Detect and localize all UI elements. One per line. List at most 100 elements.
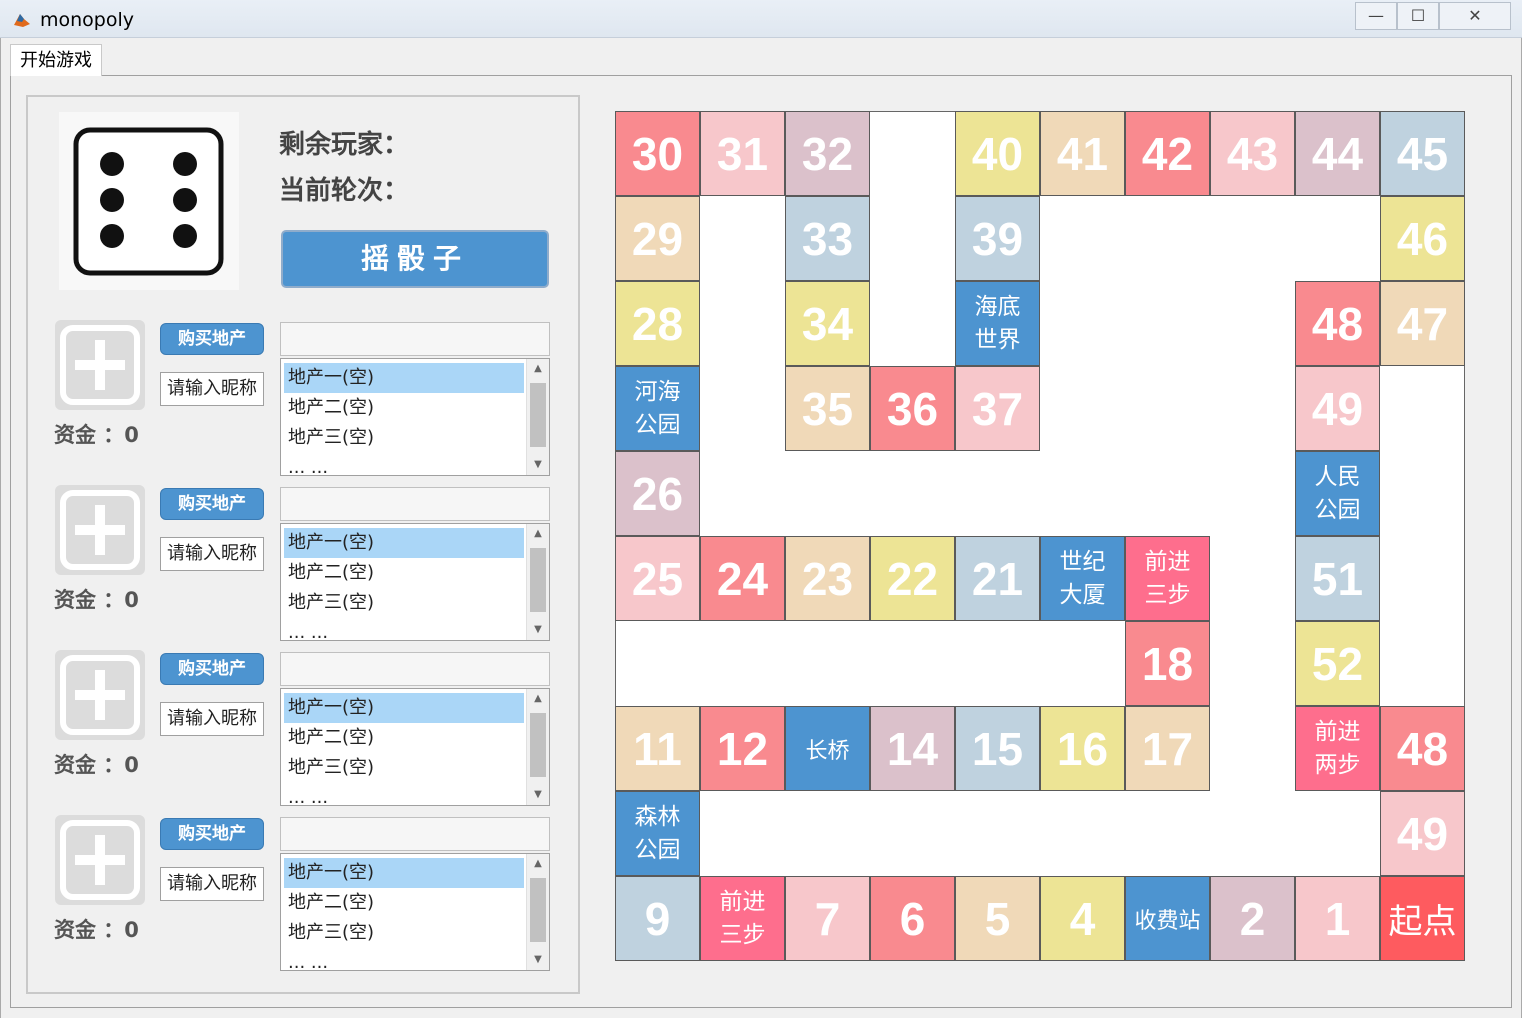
- property-listbox[interactable]: 地产一(空) 地产二(空) 地产三(空) ... ... ▲ ▼: [280, 523, 550, 641]
- property-item[interactable]: 地产三(空): [284, 423, 524, 453]
- board-cell: 12: [700, 706, 785, 791]
- board-cell: 前进 两步: [1295, 706, 1380, 791]
- board-cell: 47: [1380, 281, 1465, 366]
- board-cell: 46: [1380, 196, 1465, 281]
- scroll-up-icon[interactable]: ▲: [527, 524, 549, 544]
- add-player-avatar[interactable]: [55, 650, 145, 740]
- property-listbox[interactable]: 地产一(空) 地产二(空) 地产三(空) ... ... ▲ ▼: [280, 688, 550, 806]
- board-cell: 49: [1295, 366, 1380, 451]
- board-cell: 18: [1125, 621, 1210, 706]
- scroll-down-icon[interactable]: ▼: [527, 785, 549, 805]
- property-item[interactable]: 地产二(空): [284, 723, 524, 753]
- nickname-input[interactable]: 请输入昵称: [160, 867, 264, 901]
- board-cell: 49: [1380, 791, 1465, 876]
- board-cell: 36: [870, 366, 955, 451]
- menu-start-game[interactable]: 开始游戏: [10, 44, 102, 76]
- board-cell: 43: [1210, 111, 1295, 196]
- scroll-down-icon[interactable]: ▼: [527, 620, 549, 640]
- property-listbox[interactable]: 地产一(空) 地产二(空) 地产三(空) ... ... ▲ ▼: [280, 358, 550, 476]
- scroll-down-icon[interactable]: ▼: [527, 455, 549, 475]
- nickname-input[interactable]: 请输入昵称: [160, 537, 264, 571]
- board-cell: 48: [1380, 706, 1465, 791]
- scroll-up-icon[interactable]: ▲: [527, 689, 549, 709]
- board-cell: 22: [870, 536, 955, 621]
- property-item[interactable]: ... ...: [284, 618, 524, 640]
- board-cell: 51: [1295, 536, 1380, 621]
- board-cell: 34: [785, 281, 870, 366]
- funds-label: 资金 ：0: [54, 423, 139, 447]
- property-item[interactable]: 地产二(空): [284, 393, 524, 423]
- player-name-display: [280, 487, 550, 521]
- listbox-scrollbar[interactable]: ▲ ▼: [526, 524, 549, 640]
- plus-icon: [60, 490, 140, 570]
- plus-icon: [60, 655, 140, 735]
- board-cell: 39: [955, 196, 1040, 281]
- close-button[interactable]: ✕: [1439, 2, 1511, 30]
- board-cell: 前进 三步: [1125, 536, 1210, 621]
- board-cell: 41: [1040, 111, 1125, 196]
- property-item[interactable]: 地产一(空): [284, 858, 524, 888]
- maximize-button[interactable]: ☐: [1397, 2, 1439, 30]
- nickname-input[interactable]: 请输入昵称: [160, 372, 264, 406]
- buy-property-button[interactable]: 购买地产: [160, 488, 264, 520]
- board-cell: 17: [1125, 706, 1210, 791]
- matlab-app-icon: [14, 14, 30, 27]
- property-item[interactable]: ... ...: [284, 783, 524, 805]
- current-round-label: 当前轮次：: [279, 176, 410, 206]
- property-item[interactable]: 地产一(空): [284, 528, 524, 558]
- funds-label: 资金 ：0: [54, 918, 139, 942]
- roll-dice-button[interactable]: 摇骰子: [281, 230, 549, 288]
- property-item[interactable]: ... ...: [284, 453, 524, 475]
- listbox-scrollbar[interactable]: ▲ ▼: [526, 854, 549, 970]
- game-board: 30 31 32 40 41 42 43 44 45 29 33 39 46 28 34 海底 世界 48 47 河…: [615, 111, 1465, 961]
- menu-bar: [10, 44, 1512, 76]
- board-cell: 29: [615, 196, 700, 281]
- board-cell: 15: [955, 706, 1040, 791]
- listbox-scrollbar[interactable]: ▲ ▼: [526, 689, 549, 805]
- scroll-down-icon[interactable]: ▼: [527, 950, 549, 970]
- board-cell: 35: [785, 366, 870, 451]
- board-cell: 世纪 大厦: [1040, 536, 1125, 621]
- buy-property-button[interactable]: 购买地产: [160, 653, 264, 685]
- board-cell: 52: [1295, 621, 1380, 706]
- add-player-avatar[interactable]: [55, 320, 145, 410]
- scroll-up-icon[interactable]: ▲: [527, 359, 549, 379]
- listbox-scrollbar[interactable]: ▲ ▼: [526, 359, 549, 475]
- property-item[interactable]: 地产三(空): [284, 588, 524, 618]
- add-player-avatar[interactable]: [55, 815, 145, 905]
- property-item[interactable]: 地产三(空): [284, 753, 524, 783]
- board-cell: 31: [700, 111, 785, 196]
- property-item[interactable]: 地产一(空): [284, 693, 524, 723]
- remaining-players-label: 剩余玩家：: [279, 130, 410, 160]
- board-cell: 长桥: [785, 706, 870, 791]
- board-cell: 44: [1295, 111, 1380, 196]
- board-cell: 4: [1040, 876, 1125, 961]
- add-player-avatar[interactable]: [55, 485, 145, 575]
- property-item[interactable]: ... ...: [284, 948, 524, 970]
- scroll-thumb[interactable]: [530, 383, 546, 447]
- board-cell: 5: [955, 876, 1040, 961]
- property-item[interactable]: 地产二(空): [284, 888, 524, 918]
- board-cell: 23: [785, 536, 870, 621]
- buy-property-button[interactable]: 购买地产: [160, 323, 264, 355]
- scroll-thumb[interactable]: [530, 878, 546, 942]
- board-cell: 起点: [1380, 876, 1465, 961]
- property-item[interactable]: 地产一(空): [284, 363, 524, 393]
- board-cell: 海底 世界: [955, 281, 1040, 366]
- minimize-button[interactable]: —: [1355, 2, 1397, 30]
- buy-property-button[interactable]: 购买地产: [160, 818, 264, 850]
- board-cell: 21: [955, 536, 1040, 621]
- board-cell: 2: [1210, 876, 1295, 961]
- board-cell: 人民 公园: [1295, 451, 1380, 536]
- board-cell: 收费站: [1125, 876, 1210, 961]
- dice-display: [59, 112, 239, 290]
- property-listbox[interactable]: 地产一(空) 地产二(空) 地产三(空) ... ... ▲ ▼: [280, 853, 550, 971]
- property-item[interactable]: 地产三(空): [284, 918, 524, 948]
- nickname-input[interactable]: 请输入昵称: [160, 702, 264, 736]
- scroll-up-icon[interactable]: ▲: [527, 854, 549, 874]
- board-cell: 森林 公园: [615, 791, 700, 876]
- property-item[interactable]: 地产二(空): [284, 558, 524, 588]
- board-cell: 28: [615, 281, 700, 366]
- scroll-thumb[interactable]: [530, 548, 546, 612]
- scroll-thumb[interactable]: [530, 713, 546, 777]
